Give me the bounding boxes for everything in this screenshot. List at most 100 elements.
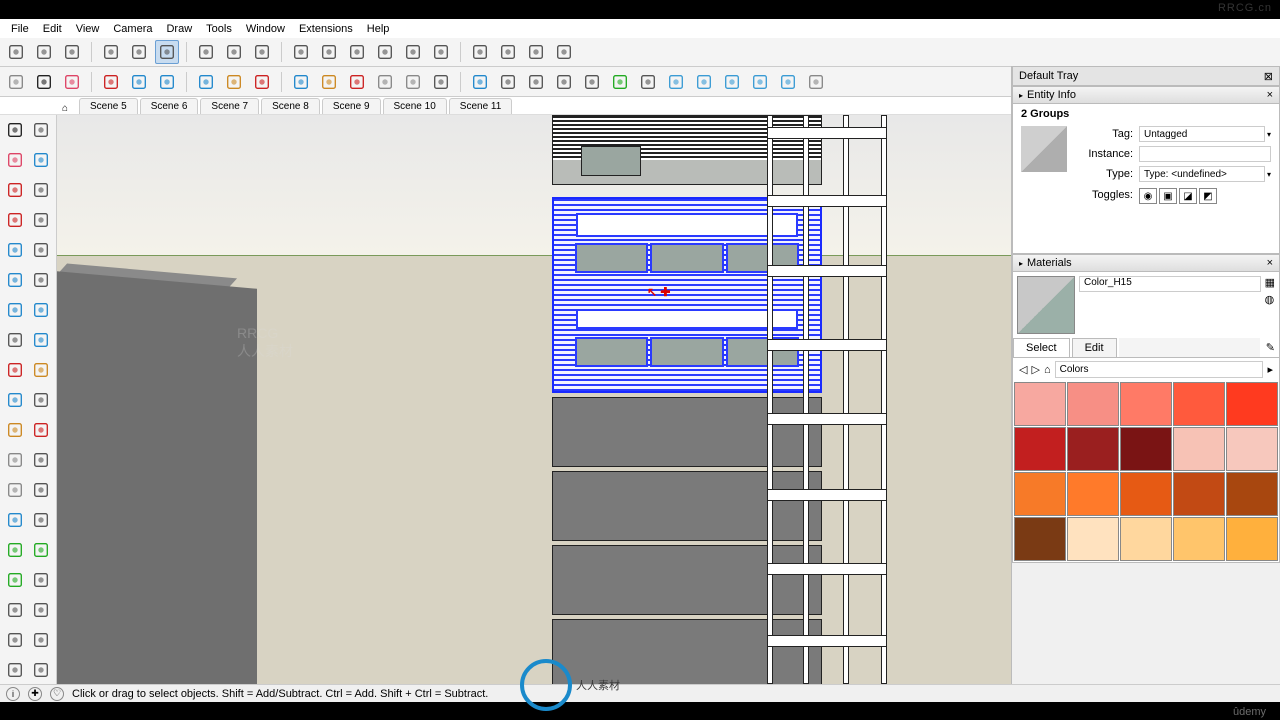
lock-toggle-icon[interactable]: ▣ [1159, 188, 1177, 204]
menu-camera[interactable]: Camera [106, 21, 159, 37]
hidden-icon[interactable] [496, 40, 520, 64]
xray-icon[interactable] [429, 40, 453, 64]
followme-icon[interactable] [29, 387, 54, 412]
zoom-icon[interactable] [608, 70, 632, 94]
color-swatch[interactable] [1173, 427, 1225, 471]
freehand-icon[interactable] [29, 177, 54, 202]
menu-draw[interactable]: Draw [159, 21, 199, 37]
set-default-icon[interactable]: ◍ [1265, 293, 1275, 306]
color-swatch[interactable] [1067, 382, 1119, 426]
color-swatch[interactable] [1120, 427, 1172, 471]
pushpull-icon[interactable] [222, 70, 246, 94]
color-swatch[interactable] [1014, 472, 1066, 516]
eyedropper-icon[interactable]: ✎ [1262, 338, 1279, 357]
line-icon[interactable] [99, 70, 123, 94]
line-icon[interactable] [2, 207, 27, 232]
section-icon[interactable] [524, 70, 548, 94]
prev-icon[interactable] [2, 597, 27, 622]
rotate-icon[interactable] [289, 70, 313, 94]
3dtext-icon[interactable] [29, 507, 54, 532]
menu-view[interactable]: View [69, 21, 107, 37]
pan-icon[interactable] [29, 537, 54, 562]
select-tab[interactable]: Select [1013, 338, 1070, 357]
color-swatch[interactable] [1120, 382, 1172, 426]
eraser-icon[interactable] [2, 147, 27, 172]
look-icon[interactable] [580, 70, 604, 94]
tex-icon[interactable] [552, 40, 576, 64]
redo-icon[interactable] [222, 40, 246, 64]
zoomext-icon[interactable] [636, 70, 660, 94]
color-swatch[interactable] [1067, 427, 1119, 471]
color-swatch[interactable] [1226, 472, 1278, 516]
save-icon[interactable] [60, 40, 84, 64]
zoomwin-icon[interactable] [29, 567, 54, 592]
zoomext-icon[interactable] [29, 597, 54, 622]
color-swatch[interactable] [1226, 427, 1278, 471]
pie-icon[interactable] [2, 327, 27, 352]
select-icon[interactable] [2, 117, 27, 142]
user-icon[interactable] [804, 70, 828, 94]
layers-icon[interactable] [317, 40, 341, 64]
color-swatch[interactable] [1014, 382, 1066, 426]
paint-icon[interactable] [29, 147, 54, 172]
color-swatch[interactable] [1067, 517, 1119, 561]
color-swatch[interactable] [1120, 517, 1172, 561]
scene-tab[interactable]: Scene 10 [383, 98, 447, 114]
pencil-icon[interactable] [2, 177, 27, 202]
rotrect-icon[interactable] [29, 237, 54, 262]
cloud5-icon[interactable] [776, 70, 800, 94]
axes-icon[interactable] [2, 507, 27, 532]
color-swatch[interactable] [1173, 382, 1225, 426]
rect-icon[interactable] [127, 70, 151, 94]
wave-icon[interactable] [29, 207, 54, 232]
visible-toggle-icon[interactable]: ◉ [1139, 188, 1157, 204]
menu-tools[interactable]: Tools [199, 21, 239, 37]
scene-tab[interactable]: Scene 5 [79, 98, 138, 114]
color-swatch[interactable] [1173, 517, 1225, 561]
paste-icon[interactable] [155, 40, 179, 64]
color-swatch[interactable] [1226, 517, 1278, 561]
home-icon[interactable]: ⌂ [1044, 364, 1051, 376]
print-icon[interactable] [250, 40, 274, 64]
scale-icon[interactable] [317, 70, 341, 94]
color-swatch[interactable] [1173, 472, 1225, 516]
move-icon[interactable] [2, 357, 27, 382]
rect-icon[interactable] [2, 237, 27, 262]
protractor-icon[interactable] [401, 70, 425, 94]
mono-icon[interactable] [524, 40, 548, 64]
back-icon[interactable]: ◁ [1019, 363, 1027, 376]
pushpull-icon[interactable] [29, 357, 54, 382]
arc-icon[interactable] [194, 70, 218, 94]
arc-icon[interactable] [2, 297, 27, 322]
text-icon[interactable] [429, 70, 453, 94]
materials-header[interactable]: ▸Materials × [1012, 254, 1280, 272]
menu-edit[interactable]: Edit [36, 21, 69, 37]
menu-help[interactable]: Help [360, 21, 397, 37]
menu-window[interactable]: Window [239, 21, 292, 37]
chevron-down-icon[interactable]: ▾ [1267, 170, 1271, 179]
color-swatch[interactable] [1067, 472, 1119, 516]
arc2-icon[interactable] [29, 297, 54, 322]
cloud2-icon[interactable] [692, 70, 716, 94]
eraser-icon[interactable] [60, 70, 84, 94]
shadows-icon[interactable] [373, 40, 397, 64]
pos-icon[interactable] [2, 627, 27, 652]
color-swatch[interactable] [1014, 427, 1066, 471]
close-icon[interactable]: ⊠ [1264, 70, 1273, 83]
offset-icon[interactable] [345, 70, 369, 94]
section2-icon[interactable] [29, 657, 54, 682]
poly-icon[interactable] [29, 267, 54, 292]
search-icon[interactable] [4, 70, 28, 94]
type-dropdown[interactable]: Type: <undefined> [1139, 166, 1265, 182]
home-icon[interactable]: ⌂ [62, 103, 68, 114]
fog-icon[interactable] [401, 40, 425, 64]
offset-icon[interactable] [29, 417, 54, 442]
select-icon[interactable] [32, 70, 56, 94]
scene-tab[interactable]: Scene 7 [200, 98, 259, 114]
tag-dropdown[interactable]: Untagged [1139, 126, 1265, 142]
instance-field[interactable] [1139, 146, 1271, 162]
circle-icon[interactable] [2, 267, 27, 292]
entity-info-header[interactable]: ▸Entity Info × [1012, 86, 1280, 104]
dim-icon[interactable] [496, 70, 520, 94]
outliner-icon[interactable] [345, 40, 369, 64]
